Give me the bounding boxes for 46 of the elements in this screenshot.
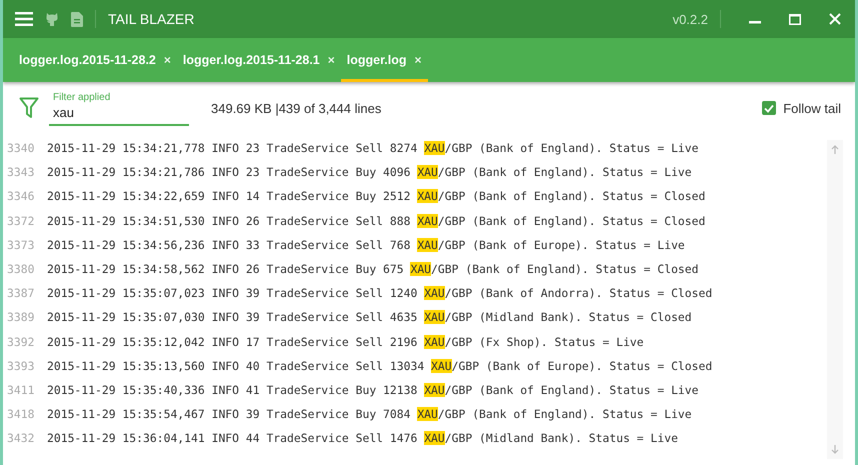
down-arrow-icon[interactable] — [831, 445, 839, 454]
line-number: 3418 — [6, 407, 36, 422]
log-line: 2015-11-29 15:34:56,236 INFO 33 TradeService Sell 768 XAU/GBP (Bank of Europe). Status = Live — [47, 238, 685, 252]
log-line: 2015-11-29 15:36:04,141 INFO 44 TradeService Sell 1476 XAU/GBP (Midland Bank). Status = Live — [47, 431, 678, 446]
line-number: 3372 — [6, 214, 36, 228]
line-number: 3340 — [6, 141, 36, 156]
up-arrow-icon[interactable] — [831, 145, 839, 154]
log-line: 2015-11-29 15:35:07,023 INFO 39 TradeService Sell 1240 XAU/GBP (Bank of Andorra). Status = Closed — [47, 286, 712, 300]
log-line: 2015-11-29 15:34:51,530 INFO 26 TradeService Sell 888 XAU/GBP (Bank of England). Status = Closed — [47, 214, 706, 228]
tab-close-button[interactable]: × — [164, 53, 171, 67]
file-tab[interactable]: logger.log.2015-11-28.1 × — [176, 38, 341, 82]
maximize-icon[interactable] — [789, 14, 801, 24]
menu-icon[interactable] — [15, 12, 33, 26]
line-number: 3411 — [6, 382, 36, 397]
log-line: 2015-11-29 15:35:13,560 INFO 40 TradeService Sell 13034 XAU/GBP (Bank of Europe). Status = Closed — [47, 358, 712, 373]
line-number: 3343 — [6, 165, 36, 180]
log-line: 2015-11-29 15:35:12,042 INFO 17 TradeService Sell 2196 XAU/GBP (Fx Shop). Status = Live — [47, 334, 644, 349]
file-tab[interactable]: logger.log.2015-11-28.2 × — [13, 38, 177, 82]
log-line: 2015-11-29 15:35:07,030 INFO 39 TradeService Sell 4635 XAU/GBP (Midland Bank). Status = Closed — [47, 310, 692, 324]
app-title: TAIL BLAZER — [108, 11, 194, 27]
filter-icon[interactable] — [19, 97, 39, 119]
log-line: 2015-11-29 15:35:54,467 INFO 39 TradeService Buy 7084 XAU/GBP (Bank of England). Status = Live — [47, 407, 692, 422]
log-line: 2015-11-29 15:34:58,562 INFO 26 TradeService Buy 675 XAU/GBP (Bank of England). Status = Closed — [47, 262, 698, 276]
file-summary: 349.69 KB |439 of 3,444 lines — [211, 100, 382, 116]
checkbox-icon[interactable] — [762, 101, 776, 115]
close-icon[interactable] — [829, 13, 841, 25]
line-number: 3387 — [6, 286, 36, 300]
version-label: v0.2.2 — [672, 12, 708, 26]
log-line: 2015-11-29 15:34:22,659 INFO 14 TradeService Buy 2512 XAU/GBP (Bank of England). Status = Closed — [47, 189, 706, 204]
scrollbar[interactable] — [827, 140, 843, 459]
line-number: 3393 — [6, 358, 36, 373]
log-line: 2015-11-29 15:35:40,336 INFO 41 TradeService Buy 12138 XAU/GBP (Bank of England). Status = Live — [47, 382, 699, 397]
file-tab[interactable]: logger.log × — [340, 38, 428, 82]
tab-close-button[interactable]: × — [328, 53, 335, 67]
filter-field[interactable]: Filter applied xau — [49, 92, 189, 126]
line-number: 3432 — [6, 431, 36, 446]
line-number: 3392 — [6, 334, 36, 349]
log-line: 2015-11-29 15:34:21,778 INFO 23 TradeService Sell 8274 XAU/GBP (Bank of England). Status = Live — [47, 141, 699, 156]
log-line: 2015-11-29 15:34:21,786 INFO 23 TradeService Buy 4096 XAU/GBP (Bank of England). Status = Live — [47, 165, 692, 180]
document-icon[interactable] — [71, 12, 83, 26]
line-number: 3380 — [6, 262, 36, 276]
tab-close-button[interactable]: × — [414, 53, 422, 67]
line-number: 3373 — [6, 238, 36, 252]
follow-tail-checkbox[interactable]: Follow tail — [762, 100, 841, 116]
line-number: 3389 — [6, 310, 36, 324]
line-number: 3346 — [6, 189, 36, 204]
